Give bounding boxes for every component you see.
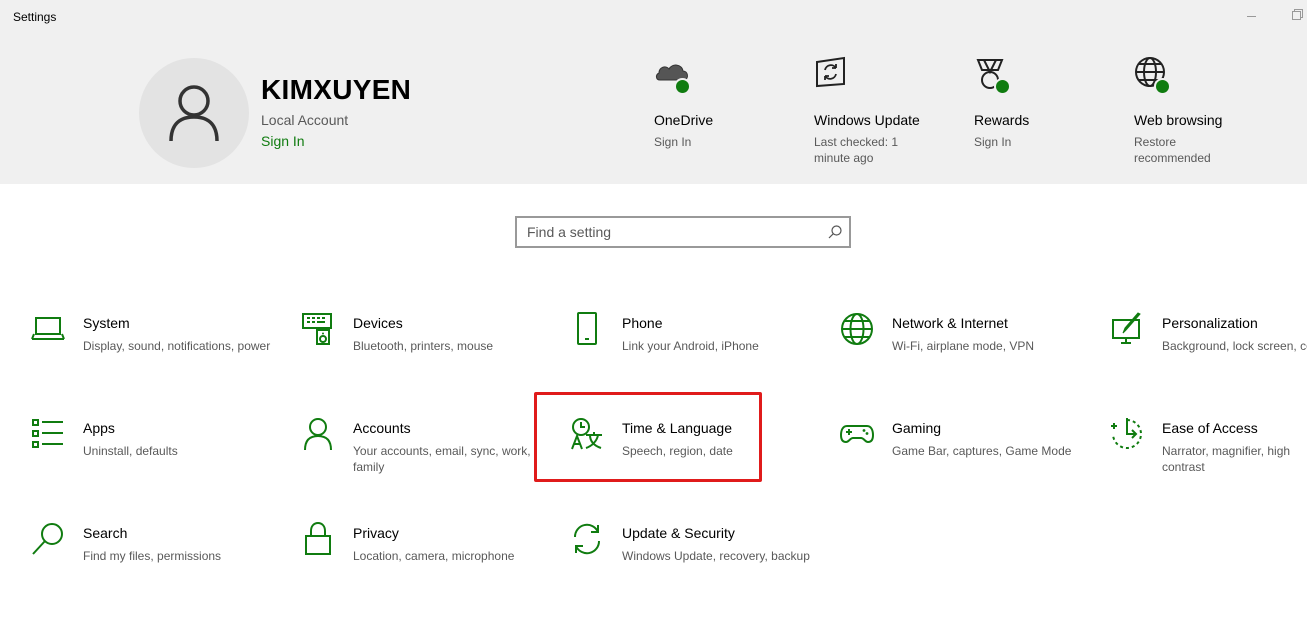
user-name: KIMXUYEN [261,74,412,105]
category-description: Location, camera, microphone [353,549,515,563]
category-search[interactable]: Search Find my files, permissions [31,522,281,612]
category-accounts[interactable]: Accounts Your accounts, email, sync, wor… [301,417,551,507]
category-title: Personalization [1162,315,1258,331]
category-description: Your accounts, email, sync, work, family [353,444,531,474]
search-box[interactable] [515,216,851,248]
quick-link-subtitle: Restore recommended [1134,135,1211,165]
magnifier-icon [32,523,63,555]
account-header: KIMXUYEN Local Account Sign In OneDrive … [0,32,1307,184]
category-title: Ease of Access [1162,420,1258,436]
category-title: Gaming [892,420,942,436]
category-ease-of-access[interactable]: Ease of Access Narrator, magnifier, high… [1110,417,1307,507]
app-title: Settings [13,10,57,24]
phone-icon [577,312,597,345]
category-personalization[interactable]: Personalization Background, lock screen,… [1110,312,1307,402]
category-phone[interactable]: Phone Link your Android, iPhone [570,312,820,402]
lock-icon [305,522,331,555]
status-dot [674,78,691,95]
category-title: Accounts [353,420,411,436]
sign-in-link[interactable]: Sign In [261,133,305,149]
search-input[interactable] [517,218,817,246]
avatar[interactable] [139,58,249,168]
category-network-internet[interactable]: Network & Internet Wi-Fi, airplane mode,… [840,312,1090,402]
account-type: Local Account [261,112,349,128]
quick-link-title: Windows Update [814,112,920,128]
quick-link-title: OneDrive [654,112,714,128]
restore-button[interactable] [1287,6,1307,26]
category-description: Find my files, permissions [83,549,222,563]
category-title: Network & Internet [892,315,1008,331]
category-description: Game Bar, captures, Game Mode [892,444,1072,458]
quick-link-subtitle: Sign In [654,135,692,149]
quick-link-subtitle: Sign In [974,135,1012,149]
status-dot [1154,78,1171,95]
category-title: Time & Language [622,420,732,436]
category-title: System [83,315,130,331]
category-time-language[interactable]: Time & Language Speech, region, date [570,417,820,507]
category-title: Search [83,525,128,541]
category-description: Uninstall, defaults [83,444,178,458]
category-description: Narrator, magnifier, high contrast [1162,444,1291,474]
category-description: Display, sound, notifications, power [83,339,271,353]
search-icon[interactable] [827,224,843,240]
person-icon [169,85,219,142]
time-language-icon [571,418,602,450]
category-description: Bluetooth, printers, mouse [353,339,494,353]
category-update-security[interactable]: Update & Security Windows Update, recove… [570,522,820,612]
minimize-button[interactable] [1242,6,1262,26]
quick-link-title: Rewards [974,112,1030,128]
quick-link-title: Web browsing [1134,112,1223,128]
category-description: Background, lock screen, colors [1162,339,1307,353]
status-dot [994,78,1011,95]
keyboard-speaker-icon [302,313,332,345]
category-apps[interactable]: Apps Uninstall, defaults [31,417,281,507]
category-privacy[interactable]: Privacy Location, camera, microphone [301,522,551,612]
sync-arrows-icon [573,523,601,555]
windows-update-icon [816,56,845,88]
category-gaming[interactable]: Gaming Game Bar, captures, Game Mode [840,417,1090,507]
paintbrush-icon [1112,312,1141,344]
quick-link-subtitle: Last checked: 1 minute ago [814,135,899,165]
category-system[interactable]: System Display, sound, notifications, po… [31,312,281,402]
gamepad-icon [840,425,874,444]
category-title: Privacy [353,525,399,541]
category-title: Phone [622,315,663,331]
globe-icon [841,313,873,345]
laptop-icon [31,317,65,340]
category-description: Windows Update, recovery, backup [622,549,810,563]
category-devices[interactable]: Devices Bluetooth, printers, mouse [301,312,551,402]
category-description: Speech, region, date [622,444,733,458]
category-title: Devices [353,315,403,331]
person-icon [304,418,332,451]
apps-list-icon [32,419,63,448]
category-description: Wi-Fi, airplane mode, VPN [892,339,1035,353]
ease-of-access-icon [1111,418,1142,449]
category-title: Update & Security [622,525,735,541]
category-description: Link your Android, iPhone [622,339,759,353]
category-title: Apps [83,420,115,436]
title-bar: Settings [0,0,1307,32]
